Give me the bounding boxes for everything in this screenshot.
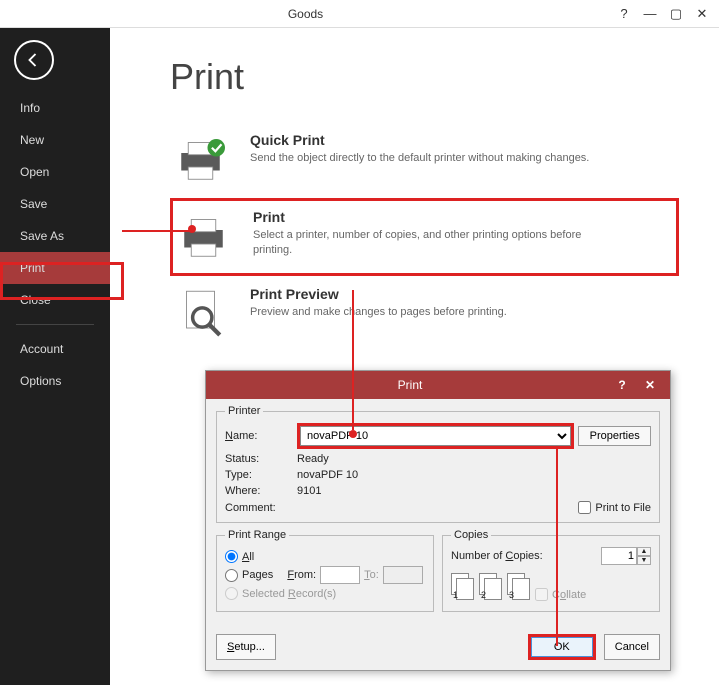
copies-label: Number of Copies: (451, 550, 543, 562)
page-title: Print (170, 56, 679, 98)
arrow-left-icon (25, 51, 43, 69)
sidebar-item-account[interactable]: Account (0, 333, 110, 365)
sidebar-item-save[interactable]: Save (0, 188, 110, 220)
comment-label: Comment: (225, 502, 293, 514)
range-selected-radio: Selected Record(s) (225, 587, 425, 600)
range-legend: Print Range (225, 529, 289, 541)
sidebar-item-new[interactable]: New (0, 124, 110, 156)
annotation-highlight-name: novaPDF 10 (297, 423, 574, 449)
print-desc: Select a printer, number of copies, and … (253, 228, 613, 259)
to-input (383, 566, 423, 584)
page-icon: 1 (451, 573, 475, 601)
cancel-button[interactable]: Cancel (604, 634, 660, 660)
print-preview-desc: Preview and make changes to pages before… (250, 305, 507, 320)
page-icon: 2 (479, 573, 503, 601)
sidebar-item-options[interactable]: Options (0, 365, 110, 397)
sidebar-item-open[interactable]: Open (0, 156, 110, 188)
to-label: To: (364, 569, 379, 581)
window-title: Goods (0, 7, 611, 21)
print-to-file-checkbox[interactable]: Print to File (578, 501, 651, 514)
annotation-connector (352, 290, 354, 430)
minimize-button[interactable]: — (637, 6, 663, 22)
copies-legend: Copies (451, 529, 491, 541)
status-label: Status: (225, 453, 293, 465)
type-value: novaPDF 10 (297, 469, 574, 481)
sidebar-item-print[interactable]: Print (0, 252, 110, 284)
dialog-title: Print (212, 378, 608, 392)
type-label: Type: (225, 469, 293, 481)
sidebar-menu: Info New Open Save Save As Print Close A… (0, 92, 110, 397)
collate-checkbox: Collate (535, 588, 586, 601)
range-pages-radio[interactable]: Pages From: To: (225, 566, 425, 584)
print-to-file-input[interactable] (578, 501, 591, 514)
copies-group: Copies Number of Copies: ▲▼ 1 2 3 Colla (442, 529, 660, 612)
dialog-close-icon[interactable]: ✕ (636, 378, 664, 392)
quick-print-icon (176, 132, 232, 188)
range-all-radio[interactable]: All (225, 550, 425, 563)
printer-group: Printer Name: novaPDF 10 Properties Stat… (216, 405, 660, 523)
print-dialog: Print ? ✕ Printer Name: novaPDF 10 Prope… (205, 370, 671, 671)
name-label: Name: (225, 430, 293, 442)
title-bar: Goods ? — ▢ ✕ (0, 0, 719, 28)
collate-preview: 1 2 3 Collate (451, 573, 651, 601)
option-print[interactable]: Print Select a printer, number of copies… (170, 198, 679, 276)
dialog-help-icon[interactable]: ? (608, 378, 636, 392)
where-label: Where: (225, 485, 293, 497)
print-icon (179, 209, 235, 265)
back-button[interactable] (14, 40, 54, 80)
properties-button[interactable]: Properties (578, 426, 651, 446)
setup-button[interactable]: Setup... (216, 634, 276, 660)
print-range-group: Print Range All Pages From: To: Selected… (216, 529, 434, 612)
quick-print-title: Quick Print (250, 132, 589, 148)
annotation-dot (188, 225, 196, 233)
spin-up-icon[interactable]: ▲ (637, 547, 651, 556)
from-input[interactable] (320, 566, 360, 584)
quick-print-desc: Send the object directly to the default … (250, 151, 589, 166)
close-button[interactable]: ✕ (689, 6, 715, 22)
sidebar-separator (16, 324, 94, 325)
printer-name-select[interactable]: novaPDF 10 (300, 426, 571, 446)
print-preview-icon (176, 286, 232, 342)
print-title: Print (253, 209, 613, 225)
copies-spinner[interactable]: ▲▼ (601, 547, 651, 565)
option-quick-print[interactable]: Quick Print Send the object directly to … (170, 122, 679, 198)
annotation-connector (556, 446, 558, 646)
dialog-titlebar: Print ? ✕ (206, 371, 670, 399)
sidebar-item-info[interactable]: Info (0, 92, 110, 124)
window-controls: ? — ▢ ✕ (611, 6, 719, 22)
page-icon: 3 (507, 573, 531, 601)
status-value: Ready (297, 453, 574, 465)
from-label: From: (287, 569, 316, 581)
printer-legend: Printer (225, 405, 263, 417)
annotation-highlight-ok: OK (528, 634, 596, 660)
annotation-connector (122, 230, 190, 232)
spin-down-icon[interactable]: ▼ (637, 556, 651, 565)
ok-button[interactable]: OK (531, 637, 593, 657)
help-icon[interactable]: ? (611, 6, 637, 22)
sidebar-item-close[interactable]: Close (0, 284, 110, 316)
backstage-sidebar: Info New Open Save Save As Print Close A… (0, 28, 110, 685)
where-value: 9101 (297, 485, 574, 497)
restore-button[interactable]: ▢ (663, 6, 689, 22)
print-preview-title: Print Preview (250, 286, 507, 302)
copies-input[interactable] (601, 547, 637, 565)
sidebar-item-save-as[interactable]: Save As (0, 220, 110, 252)
annotation-dot (349, 430, 357, 438)
option-print-preview[interactable]: Print Preview Preview and make changes t… (170, 276, 679, 352)
